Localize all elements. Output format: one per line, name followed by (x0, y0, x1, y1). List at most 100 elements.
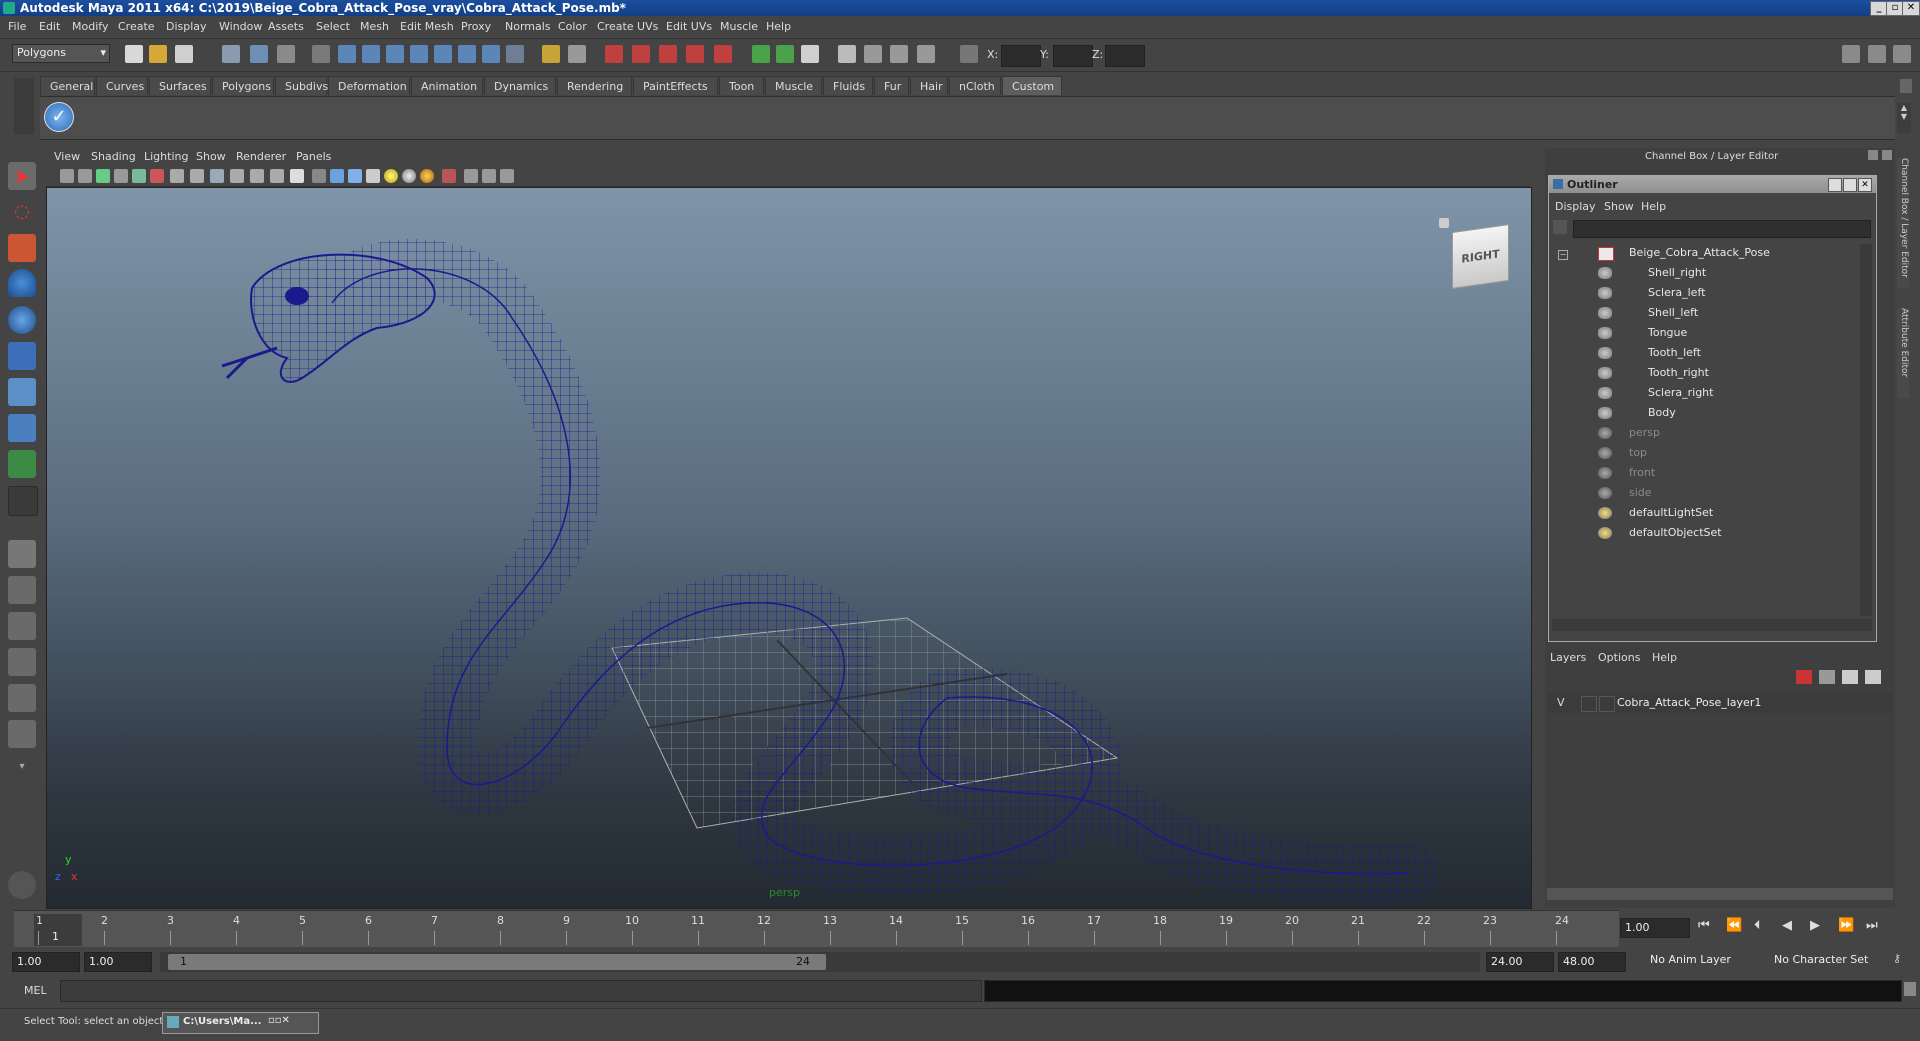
go-to-start-icon[interactable]: ⏮ (1698, 918, 1710, 933)
playback-end-field[interactable]: 24.00 (1486, 952, 1554, 972)
step-forward-key-icon[interactable]: ⏩ (1838, 918, 1854, 933)
camera-attributes-icon[interactable] (78, 169, 92, 183)
outliner-item-tooth-left[interactable]: Tooth_left (1648, 346, 1701, 359)
outliner-root-node[interactable]: Beige_Cobra_Attack_Pose (1629, 246, 1770, 259)
viewport-menu-lighting[interactable]: Lighting (144, 150, 188, 163)
layer-color-swatch[interactable] (1599, 696, 1615, 712)
tab-toon[interactable]: Toon (719, 76, 764, 95)
shadows-icon[interactable] (402, 169, 416, 183)
surface-select-icon[interactable] (410, 45, 428, 63)
play-forwards-icon[interactable]: ▶ (1810, 918, 1820, 933)
scale-tool-icon[interactable] (8, 342, 36, 370)
outliner-vscrollbar[interactable] (1860, 244, 1872, 616)
textured-icon[interactable] (366, 169, 380, 183)
menu-normals[interactable]: Normals (505, 20, 551, 33)
wireframe-icon[interactable] (312, 169, 326, 183)
y-field[interactable] (1053, 45, 1093, 67)
play-backwards-icon[interactable]: ◀ (1782, 918, 1792, 933)
anim-layer-dropdown[interactable]: No Anim Layer (1646, 952, 1761, 972)
tab-deformation[interactable]: Deformation (328, 76, 410, 95)
bookmarks-icon[interactable] (96, 169, 110, 183)
command-language-label[interactable]: MEL (24, 984, 47, 997)
home-icon[interactable] (1439, 218, 1449, 228)
tab-polygons[interactable]: Polygons (212, 76, 274, 95)
universal-manipulator-icon[interactable] (8, 378, 36, 406)
high-quality-icon[interactable] (420, 169, 434, 183)
layer-hscrollbar[interactable] (1547, 888, 1893, 900)
mask-icon[interactable] (312, 45, 330, 63)
layout-more-icon[interactable]: ▾ (8, 761, 36, 789)
outliner-item-body[interactable]: Body (1648, 406, 1676, 419)
step-back-frame-icon[interactable]: ⏴ (1754, 918, 1761, 933)
character-set-dropdown[interactable]: No Character Set (1770, 952, 1888, 972)
outliner-item-tooth-right[interactable]: Tooth_right (1648, 366, 1709, 379)
rotate-tool-icon[interactable] (8, 306, 36, 334)
shelf-options-handle[interactable] (14, 78, 34, 134)
image-plane-icon[interactable] (114, 169, 128, 183)
outliner-minimize-button[interactable] (1828, 178, 1842, 192)
persp-outliner-layout-icon[interactable] (8, 612, 36, 640)
smooth-shade-icon[interactable] (330, 169, 344, 183)
viewport-menu-show[interactable]: Show (196, 150, 226, 163)
side-tab-channel-box[interactable]: Channel Box / Layer Editor (1897, 158, 1909, 288)
four-view-layout-icon[interactable] (8, 576, 36, 604)
xray-joints-icon[interactable] (482, 169, 496, 183)
misc-select-icon[interactable] (506, 45, 524, 63)
tab-custom[interactable]: Custom (1002, 76, 1062, 95)
menu-edit-uvs[interactable]: Edit UVs (666, 20, 712, 33)
tab-fur[interactable]: Fur (874, 76, 909, 95)
select-hierarchy-icon[interactable] (222, 45, 240, 63)
select-component-icon[interactable] (277, 45, 295, 63)
tab-animation[interactable]: Animation (411, 76, 483, 95)
end-time-field[interactable]: 48.00 (1558, 952, 1626, 972)
layer-membership-icon[interactable] (1865, 670, 1881, 684)
single-perspective-layout-icon[interactable] (8, 540, 36, 568)
resolution-gate-icon[interactable] (210, 169, 224, 183)
layer-options-icon[interactable] (1842, 670, 1858, 684)
render-frame-icon[interactable] (864, 45, 882, 63)
shelf-scroll-icon[interactable]: ▲ ▼ (1897, 103, 1911, 133)
outliner-item-default-light-set[interactable]: defaultLightSet (1629, 506, 1713, 519)
tab-painteffects[interactable]: PaintEffects (633, 76, 718, 95)
snap-point-icon[interactable] (659, 45, 677, 63)
menu-create-uvs[interactable]: Create UVs (597, 20, 658, 33)
transform-field-icon[interactable] (960, 45, 978, 63)
outliner-close-button[interactable]: ✕ (1858, 178, 1872, 192)
render-view-icon[interactable] (838, 45, 856, 63)
soft-modification-icon[interactable] (8, 414, 36, 442)
menu-file[interactable]: File (8, 20, 26, 33)
outliner-persp-graph-layout-icon[interactable] (8, 720, 36, 748)
viewport-menu-shading[interactable]: Shading (91, 150, 136, 163)
paint-select-tool-icon[interactable] (8, 234, 36, 262)
step-back-key-icon[interactable]: ⏪ (1726, 918, 1742, 933)
menu-edit-mesh[interactable]: Edit Mesh (400, 20, 454, 33)
highlight-selection-icon[interactable] (568, 45, 586, 63)
close-button[interactable]: ✕ (1902, 1, 1920, 16)
field-chart-icon[interactable] (250, 169, 264, 183)
checkmark-shelf-icon[interactable]: ✓ (44, 102, 74, 132)
panel-close-icon[interactable] (1882, 150, 1892, 160)
menu-color[interactable]: Color (558, 20, 587, 33)
persp-graph-layout-icon[interactable] (8, 648, 36, 676)
outliner-item-sclera-right[interactable]: Sclera_right (1648, 386, 1713, 399)
current-time-field[interactable]: 1.00 (1620, 918, 1690, 938)
persp-hypergraph-layout-icon[interactable] (8, 684, 36, 712)
outliner-search-field[interactable] (1573, 220, 1871, 238)
new-layer-from-selected-icon[interactable] (1819, 670, 1835, 684)
menu-help[interactable]: Help (766, 20, 791, 33)
outliner-filter-icon[interactable] (1553, 220, 1567, 234)
menu-set-dropdown[interactable]: Polygons ▾ (12, 44, 110, 63)
z-field[interactable] (1105, 45, 1145, 67)
show-manipulator-icon[interactable] (8, 450, 36, 478)
safe-title-icon[interactable] (290, 169, 304, 183)
command-input[interactable] (60, 980, 982, 1002)
range-slider-handle[interactable]: 1 24 (168, 954, 826, 970)
make-live-icon[interactable] (714, 45, 732, 63)
tab-curves[interactable]: Curves (96, 76, 148, 95)
tab-dynamics[interactable]: Dynamics (484, 76, 556, 95)
render-select-icon[interactable] (482, 45, 500, 63)
two-d-pan-zoom-icon[interactable] (150, 169, 164, 183)
view-cube[interactable]: RIGHT (1452, 223, 1509, 290)
layers-menu-options[interactable]: Options (1598, 651, 1640, 664)
menu-window[interactable]: Window (219, 20, 262, 33)
